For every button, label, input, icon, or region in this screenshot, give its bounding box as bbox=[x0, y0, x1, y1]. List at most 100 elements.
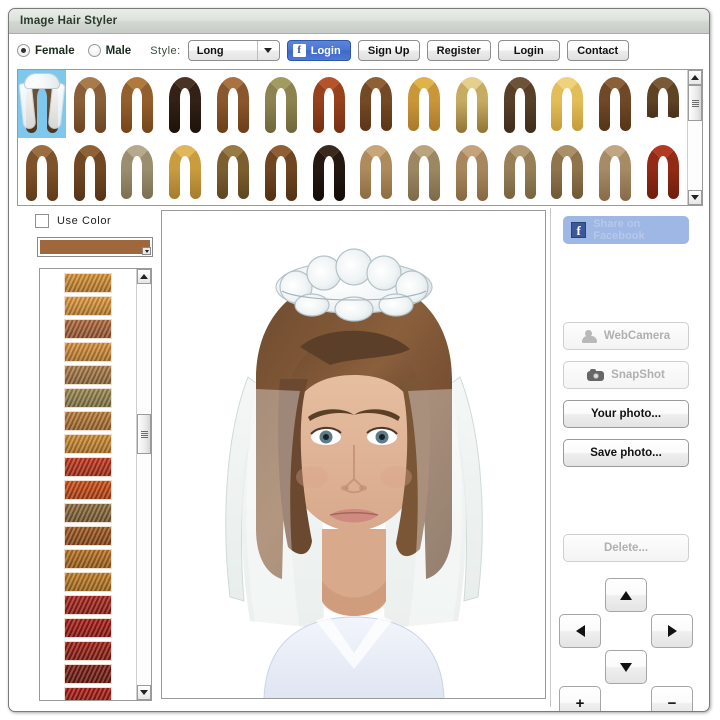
arrow-right-icon bbox=[667, 625, 677, 637]
color-swatch-item[interactable] bbox=[64, 687, 112, 700]
hair-style-item[interactable] bbox=[496, 70, 544, 138]
arrow-left-icon bbox=[575, 625, 585, 637]
save-photo-button[interactable]: Save photo... bbox=[563, 439, 689, 467]
hair-style-item[interactable] bbox=[209, 70, 257, 138]
hair-style-item[interactable] bbox=[305, 70, 353, 138]
color-scroll-track[interactable] bbox=[137, 284, 151, 685]
hair-style-item[interactable] bbox=[591, 70, 639, 138]
snap-shot-button[interactable]: SnapShot bbox=[563, 361, 689, 389]
move-up-button[interactable] bbox=[605, 578, 647, 612]
facebook-login-button[interactable]: f Login bbox=[286, 40, 351, 61]
hair-style-item[interactable] bbox=[448, 70, 496, 138]
hair-style-item[interactable] bbox=[544, 70, 592, 138]
zoom-out-button[interactable]: − bbox=[651, 686, 693, 711]
color-swatch-item[interactable] bbox=[64, 434, 112, 454]
hair-style-item[interactable] bbox=[209, 138, 257, 205]
style-select[interactable]: Long bbox=[187, 40, 280, 61]
move-down-button[interactable] bbox=[605, 650, 647, 684]
hair-gallery-row bbox=[18, 70, 687, 138]
radio-female-label: Female bbox=[35, 44, 75, 57]
zoom-in-button[interactable]: + bbox=[559, 686, 601, 711]
hair-style-item[interactable] bbox=[544, 138, 592, 205]
color-swatch-item[interactable] bbox=[64, 365, 112, 385]
color-swatch-item[interactable] bbox=[64, 296, 112, 316]
scroll-down-icon[interactable] bbox=[137, 685, 151, 700]
app-window: Image Hair Styler Female Male Style: Lon… bbox=[8, 8, 710, 712]
hair-style-item[interactable] bbox=[66, 138, 114, 205]
radio-female-indicator[interactable] bbox=[17, 44, 30, 57]
selected-color-swatch bbox=[40, 240, 150, 254]
hair-style-item[interactable] bbox=[161, 138, 209, 205]
selected-color-field[interactable] bbox=[37, 237, 153, 257]
hair-style-item[interactable] bbox=[591, 138, 639, 205]
color-scroll-thumb[interactable] bbox=[137, 414, 151, 454]
use-color-row[interactable]: Use Color bbox=[35, 214, 157, 228]
color-swatch-item[interactable] bbox=[64, 641, 112, 661]
color-swatch-item[interactable] bbox=[64, 273, 112, 293]
hair-style-item[interactable] bbox=[496, 138, 544, 205]
hair-style-item[interactable] bbox=[18, 138, 66, 205]
color-swatch-item[interactable] bbox=[64, 526, 112, 546]
hair-style-item[interactable] bbox=[448, 138, 496, 205]
radio-male-indicator[interactable] bbox=[87, 44, 101, 57]
color-swatch-item[interactable] bbox=[64, 503, 112, 523]
color-swatch-item[interactable] bbox=[64, 618, 112, 638]
color-swatch-item[interactable] bbox=[64, 388, 112, 408]
delete-button[interactable]: Delete... bbox=[563, 534, 689, 562]
hair-style-gallery bbox=[17, 69, 703, 206]
use-color-checkbox[interactable] bbox=[35, 214, 49, 228]
hair-style-item[interactable] bbox=[400, 138, 448, 205]
color-swatch-item[interactable] bbox=[64, 549, 112, 569]
color-swatch-item[interactable] bbox=[64, 664, 112, 684]
hair-style-item[interactable] bbox=[400, 70, 448, 138]
color-dropdown-icon[interactable] bbox=[142, 247, 151, 255]
hair-style-item[interactable] bbox=[305, 138, 353, 205]
color-swatch-item[interactable] bbox=[64, 480, 112, 500]
hair-style-item[interactable] bbox=[352, 138, 400, 205]
move-right-button[interactable] bbox=[651, 614, 693, 648]
color-swatch-item[interactable] bbox=[64, 595, 112, 615]
web-camera-label: WebCamera bbox=[603, 330, 671, 342]
title-bar: Image Hair Styler bbox=[9, 9, 709, 34]
scroll-up-icon[interactable] bbox=[688, 70, 702, 85]
gallery-scroll-thumb[interactable] bbox=[688, 85, 702, 121]
facebook-share-button[interactable]: f Share on Facebook bbox=[563, 216, 689, 244]
arrow-down-icon bbox=[620, 662, 632, 672]
color-swatch-item[interactable] bbox=[64, 457, 112, 477]
hair-style-item[interactable] bbox=[114, 70, 162, 138]
contact-button[interactable]: Contact bbox=[566, 40, 629, 61]
web-camera-button[interactable]: WebCamera bbox=[563, 322, 689, 350]
hair-style-item[interactable] bbox=[257, 138, 305, 205]
gallery-scrollbar[interactable] bbox=[687, 70, 702, 205]
hair-style-item[interactable] bbox=[257, 70, 305, 138]
hair-style-item[interactable] bbox=[639, 138, 687, 205]
register-button[interactable]: Register bbox=[426, 40, 491, 61]
your-photo-button[interactable]: Your photo... bbox=[563, 400, 689, 428]
main-area: Use Color f Share on Facebook WebCamera … bbox=[17, 208, 703, 711]
move-left-button[interactable] bbox=[559, 614, 601, 648]
color-swatch-item[interactable] bbox=[64, 342, 112, 362]
color-swatch-item[interactable] bbox=[64, 319, 112, 339]
hair-style-item[interactable] bbox=[161, 70, 209, 138]
hair-style-item[interactable] bbox=[639, 70, 687, 138]
photo-canvas[interactable] bbox=[161, 210, 546, 699]
sign-up-button[interactable]: Sign Up bbox=[357, 40, 420, 61]
radio-male[interactable]: Male bbox=[87, 44, 131, 57]
chevron-down-icon[interactable] bbox=[256, 41, 279, 60]
use-color-label: Use Color bbox=[57, 215, 112, 227]
facebook-login-label: Login bbox=[310, 44, 341, 57]
center-panel bbox=[161, 208, 546, 707]
color-list-scrollbar[interactable] bbox=[136, 269, 151, 700]
hair-style-item[interactable] bbox=[66, 70, 114, 138]
login-button[interactable]: Login bbox=[497, 40, 560, 61]
color-swatch-item[interactable] bbox=[64, 411, 112, 431]
gallery-scroll-track[interactable] bbox=[688, 85, 702, 190]
radio-female[interactable]: Female bbox=[17, 44, 75, 57]
scroll-down-icon[interactable] bbox=[688, 190, 702, 205]
hair-style-item[interactable] bbox=[352, 70, 400, 138]
color-swatch-item[interactable] bbox=[64, 572, 112, 592]
hair-style-item[interactable] bbox=[18, 70, 66, 138]
scroll-up-icon[interactable] bbox=[137, 269, 151, 284]
hair-style-item[interactable] bbox=[114, 138, 162, 205]
toolbar: Female Male Style: Long f Login Sign Up … bbox=[9, 34, 709, 67]
